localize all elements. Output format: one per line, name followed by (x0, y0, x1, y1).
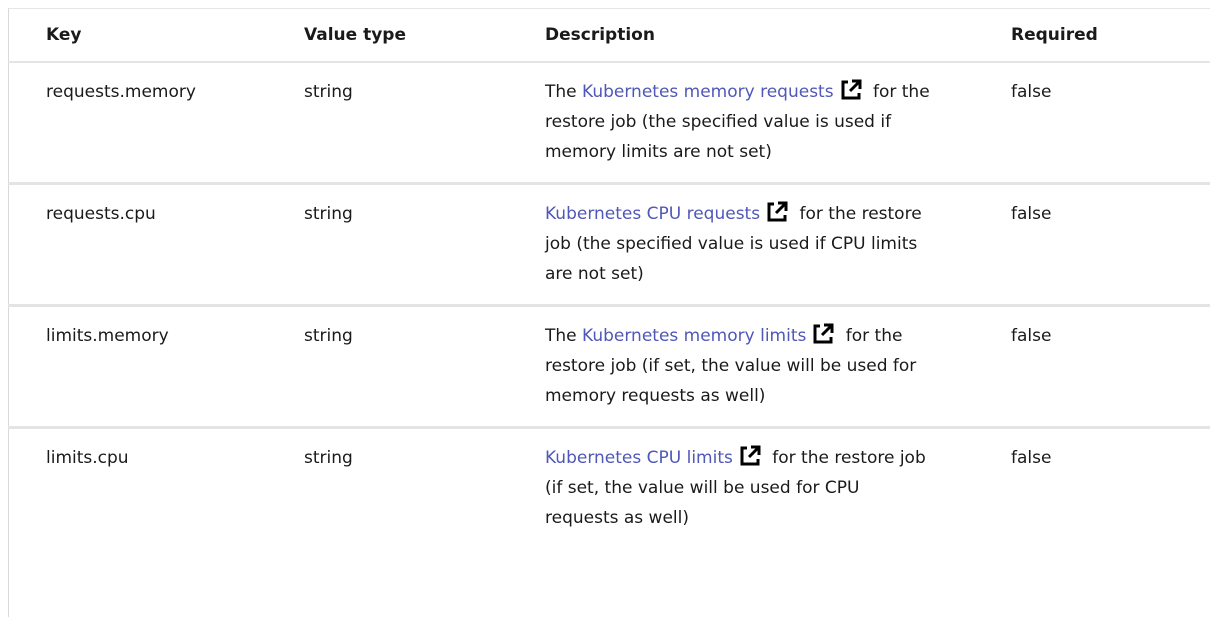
key-cell: requests.memory (8, 62, 266, 185)
required-cell: false (973, 183, 1210, 307)
table-row: limits.cpu string Kubernetes CPU limits … (8, 428, 1210, 549)
key-cell: limits.cpu (46, 448, 129, 468)
required-cell: false (973, 305, 1210, 429)
description-prefix: The (545, 82, 583, 102)
value-type-cell: string (266, 183, 507, 307)
header-key: Key (8, 8, 266, 63)
description-prefix: The (545, 326, 583, 346)
kubernetes-docs-link[interactable]: Kubernetes memory requests (582, 82, 834, 102)
kubernetes-docs-link[interactable]: Kubernetes memory limits (582, 326, 806, 346)
external-link-icon[interactable] (812, 323, 834, 345)
table-row: limits.memory string The Kubernetes memo… (8, 305, 1210, 429)
external-link-icon[interactable] (766, 201, 788, 223)
key-cell: requests.cpu (8, 183, 266, 307)
value-type-cell: string (266, 62, 507, 185)
description-cell: Kubernetes CPU requests for the restore … (507, 183, 973, 307)
kubernetes-docs-link[interactable]: Kubernetes CPU requests (545, 204, 760, 224)
value-type-cell: string (266, 305, 507, 429)
key-cell: limits.memory (8, 305, 266, 429)
external-link-icon[interactable] (840, 79, 862, 101)
config-table: Key Value type Description Required requ… (8, 8, 1210, 548)
kubernetes-docs-link[interactable]: Kubernetes CPU limits (545, 448, 733, 468)
description-cell: The Kubernetes memory limits for the res… (507, 305, 973, 429)
table-row: requests.memory string The Kubernetes me… (8, 62, 1210, 185)
required-cell: false (1011, 448, 1052, 468)
table-header-row: Key Value type Description Required (8, 8, 1210, 63)
external-link-icon[interactable] (739, 445, 761, 467)
header-required: Required (973, 8, 1210, 63)
header-description: Description (507, 8, 973, 63)
required-cell: false (973, 62, 1210, 185)
description-cell: The Kubernetes memory requests for the r… (507, 62, 973, 185)
description-cell: Kubernetes CPU limits for the restore jo… (507, 428, 973, 549)
value-type-cell: string (304, 448, 353, 468)
header-value-type: Value type (266, 8, 507, 63)
table-row: requests.cpu string Kubernetes CPU reque… (8, 183, 1210, 307)
